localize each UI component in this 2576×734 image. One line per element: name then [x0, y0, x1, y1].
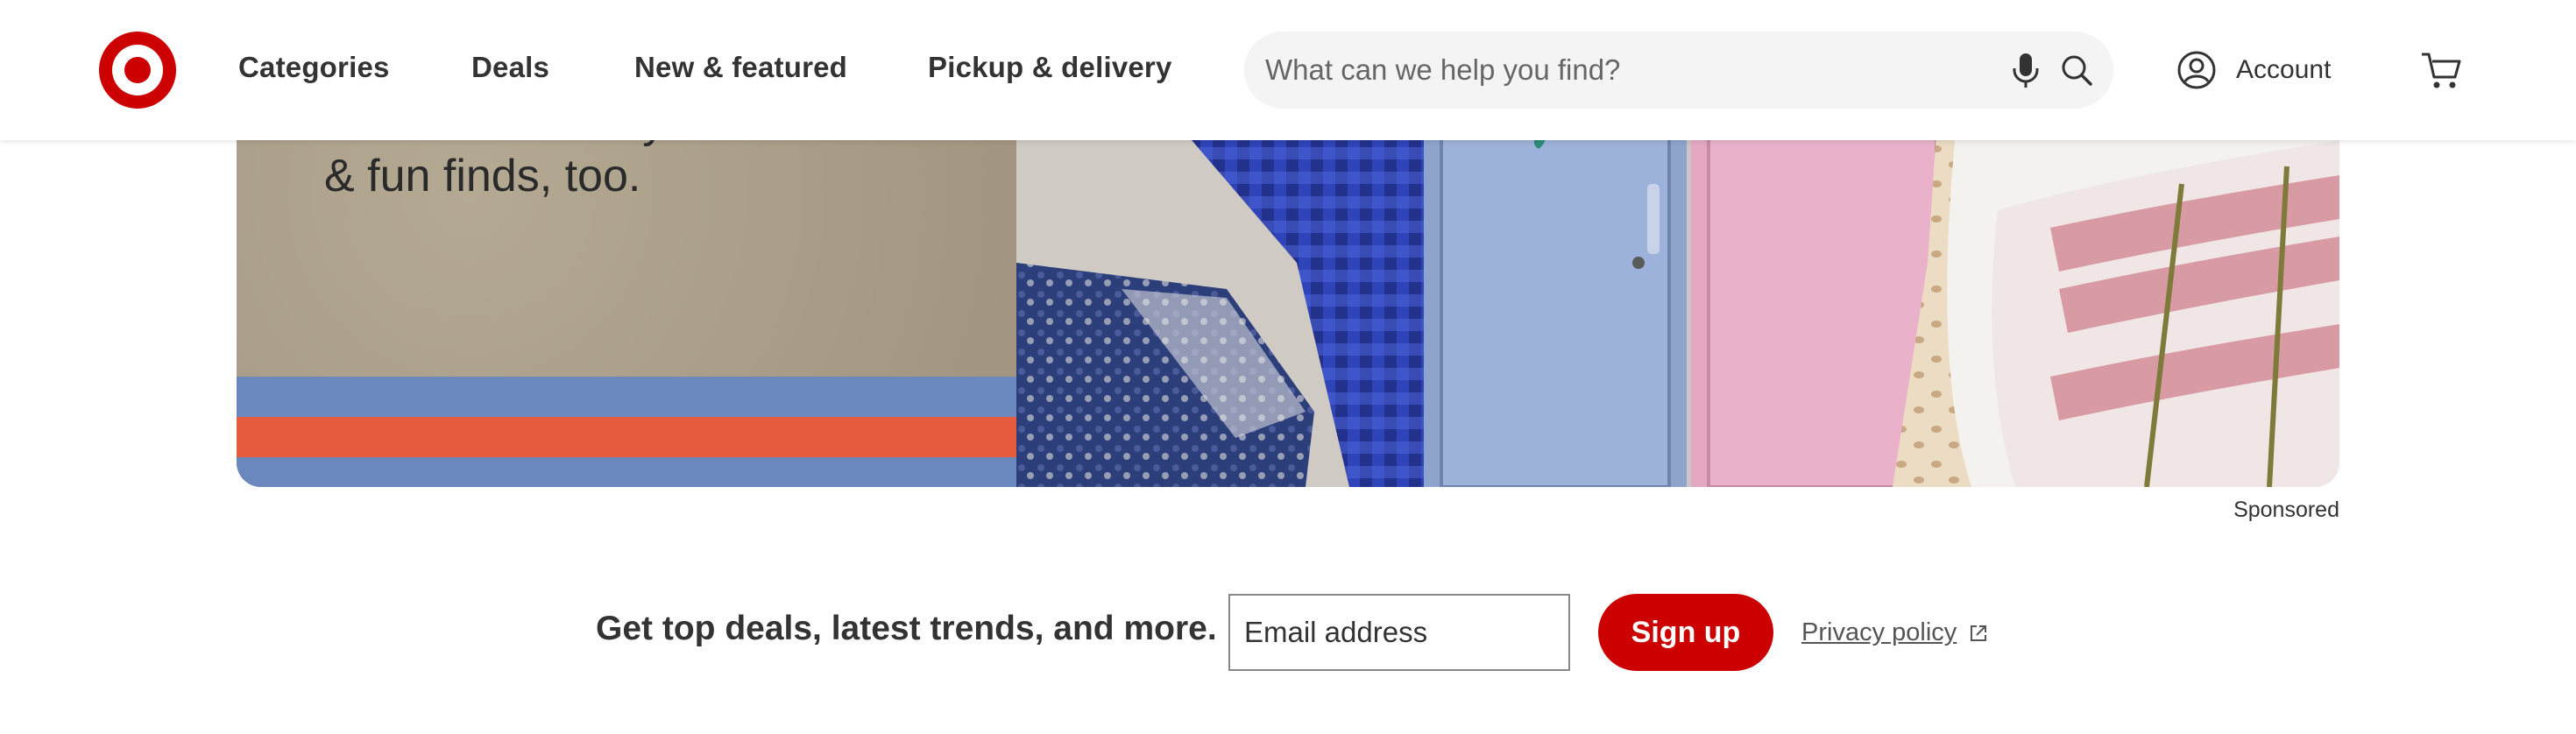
- email-field[interactable]: [1228, 594, 1570, 671]
- newsletter-text: Get top deals, latest trends, and more.: [596, 610, 1217, 647]
- external-link-icon: [1971, 625, 1987, 641]
- privacy-policy-label: Privacy policy: [1801, 618, 1957, 646]
- account-icon: [2177, 51, 2216, 89]
- nav-categories[interactable]: Categories: [238, 51, 390, 84]
- stripe-blue-bottom: [237, 457, 1016, 487]
- nav-pickup-delivery[interactable]: Pickup & delivery: [928, 51, 1172, 84]
- search-input[interactable]: [1265, 44, 1984, 96]
- account-label: Account: [2236, 55, 2332, 84]
- privacy-policy-link[interactable]: Privacy policy: [1801, 618, 1988, 647]
- stripe-orange: [237, 417, 1016, 457]
- sponsored-label: Sponsored: [2233, 498, 2339, 522]
- search-bar: [1244, 32, 2113, 109]
- banner-headline-line2: & fun finds, too.: [324, 151, 641, 201]
- search-icon[interactable]: [2056, 49, 2098, 91]
- cart-icon[interactable]: [2418, 47, 2464, 93]
- stripe-blue-top: [237, 377, 1016, 417]
- microphone-icon[interactable]: [2005, 49, 2047, 91]
- target-logo-icon[interactable]: [99, 32, 176, 109]
- site-header: Categories Deals New & featured Pickup &…: [0, 0, 2576, 140]
- nav-new-featured[interactable]: New & featured: [634, 51, 847, 84]
- sign-up-button[interactable]: Sign up: [1598, 594, 1773, 671]
- account-button[interactable]: Account: [2176, 46, 2331, 95]
- nav-deals[interactable]: Deals: [471, 51, 549, 84]
